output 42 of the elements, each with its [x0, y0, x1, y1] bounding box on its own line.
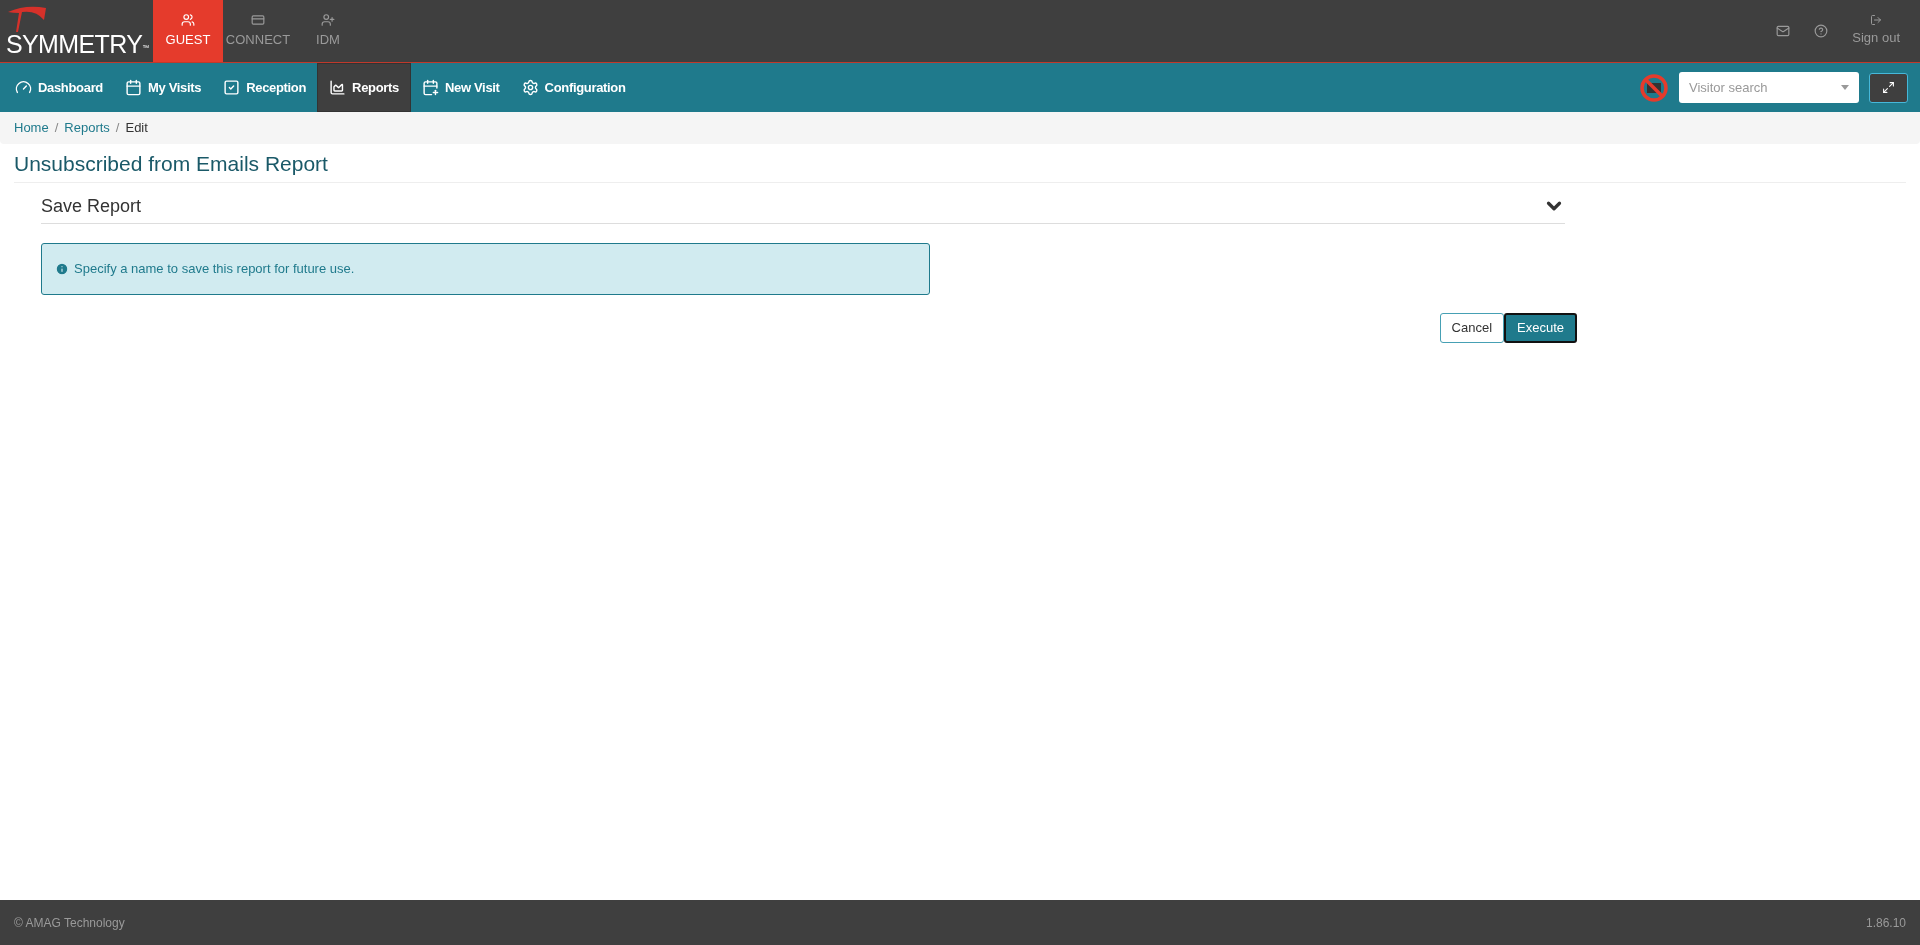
info-text: Specify a name to save this report for future use. — [74, 259, 355, 278]
gauge-icon — [15, 79, 32, 96]
calendar-plus-icon — [421, 79, 439, 96]
no-card-icon — [1639, 72, 1669, 103]
nav-tab[interactable]: New Visit — [410, 63, 511, 112]
nav-tab[interactable]: My Visits — [114, 63, 213, 112]
expand-icon — [1882, 81, 1895, 94]
area-chart-icon — [329, 79, 347, 96]
nav-tab[interactable]: Configuration — [510, 63, 637, 112]
fullscreen-button[interactable] — [1869, 72, 1908, 103]
cancel-button[interactable]: Cancel — [1439, 312, 1504, 343]
calendar-icon — [125, 79, 142, 96]
app-tab[interactable]: GUEST — [153, 0, 223, 62]
breadcrumb-link[interactable]: Reports — [64, 118, 110, 138]
app-tab[interactable]: IDM — [293, 0, 363, 62]
sign-out-icon — [1870, 14, 1883, 27]
section-header[interactable]: Save Report — [41, 192, 1565, 224]
info-icon — [55, 261, 69, 276]
copyright-text: © AMAG Technology — [14, 914, 125, 932]
page-title: Unsubscribed from Emails Report — [14, 148, 1906, 183]
settings-icon — [521, 79, 539, 96]
breadcrumb-current: Edit — [125, 119, 148, 138]
help-icon[interactable] — [1814, 24, 1829, 38]
dropdown-caret-icon — [1841, 85, 1849, 90]
breadcrumb-link[interactable]: Home — [14, 118, 49, 138]
logo-swoosh-icon — [8, 6, 48, 32]
checkbox-icon — [223, 79, 241, 96]
version-text: 1.86.10 — [1865, 914, 1906, 932]
logo-text: SYMMETRY$^{™}$ — [6, 32, 150, 57]
nav-tab[interactable]: Reports — [317, 63, 411, 112]
breadcrumb-separator: / — [53, 119, 60, 138]
visitor-search-field[interactable]: Visitor search — [1679, 72, 1859, 103]
execute-button[interactable]: Execute — [1504, 312, 1577, 343]
breadcrumb-separator: / — [114, 119, 121, 138]
nav-tab[interactable]: Dashboard — [4, 63, 114, 112]
app-tab[interactable]: CONNECT — [223, 0, 293, 62]
users-icon — [181, 12, 195, 27]
sign-out-button[interactable]: Sign out — [1852, 14, 1900, 48]
card-icon — [251, 12, 265, 27]
nav-tab[interactable]: Reception — [212, 63, 318, 112]
user-plus-icon — [321, 12, 335, 27]
mail-icon[interactable] — [1776, 24, 1791, 38]
